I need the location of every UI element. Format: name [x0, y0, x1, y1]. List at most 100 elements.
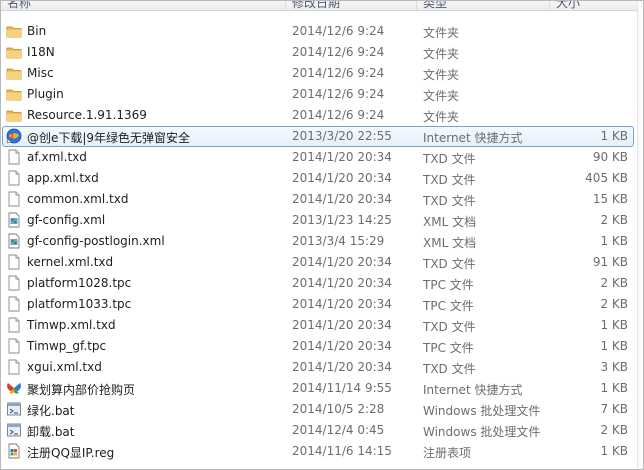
file-size: 2 KB	[600, 213, 628, 227]
file-date-modified: 2014/1/20 20:34	[292, 171, 392, 185]
file-name: common.xml.txd	[27, 192, 129, 206]
file-name: @创e下载|9年绿色无弹窗安全	[27, 131, 191, 145]
file-name: 聚划算内部价抢购页	[27, 383, 136, 397]
column-header-size[interactable]: 大小	[556, 0, 580, 11]
file-type: Windows 批处理文件	[423, 425, 541, 439]
file-type: TPC 文件	[423, 299, 474, 313]
file-date-modified: 2014/1/20 20:34	[292, 297, 392, 311]
file-size: 91 KB	[592, 255, 628, 269]
file-type: XML 文档	[423, 215, 477, 229]
file-size: 7 KB	[600, 402, 628, 416]
file-row[interactable]: app.xml.txd 2014/1/20 20:34 TXD 文件 405 KB	[0, 168, 638, 189]
file-type: Internet 快捷方式	[423, 383, 523, 397]
file-date-modified: 2014/1/20 20:34	[292, 360, 392, 374]
file-row[interactable]: I18N 2014/12/6 9:24 文件夹	[0, 42, 638, 63]
file-row[interactable]: 聚划算内部价抢购页 2014/11/14 9:55 Internet 快捷方式 1 K…	[0, 378, 638, 399]
file-icon	[6, 338, 22, 354]
folder-icon	[6, 107, 22, 123]
file-type: 文件夹	[423, 47, 460, 61]
vertical-scrollbar[interactable]	[637, 0, 644, 470]
file-date-modified: 2014/1/20 20:34	[292, 150, 392, 164]
file-icon	[6, 317, 22, 333]
file-icon	[6, 149, 22, 165]
file-name: Misc	[27, 66, 54, 80]
file-name: kernel.xml.txd	[27, 255, 114, 269]
file-row[interactable]: common.xml.txd 2014/1/20 20:34 TXD 文件 15 KB	[0, 189, 638, 210]
file-date-modified: 2014/1/20 20:34	[292, 318, 392, 332]
file-row[interactable]: gf-config-postlogin.xml 2013/3/4 15:29 XML…	[0, 231, 638, 252]
file-type: TPC 文件	[423, 278, 474, 292]
column-divider[interactable]	[416, 0, 417, 10]
file-size: 3 KB	[600, 360, 628, 374]
registry-file-icon	[6, 443, 22, 459]
file-row[interactable]: xgui.xml.txd 2014/1/20 20:34 TXD 文件 3 KB	[0, 357, 638, 378]
file-size: 15 KB	[592, 192, 628, 206]
file-date-modified: 2014/1/20 20:34	[292, 255, 392, 269]
file-type: Windows 批处理文件	[423, 404, 541, 418]
column-divider[interactable]	[549, 0, 550, 10]
file-type: TXD 文件	[423, 257, 476, 271]
file-name: Timwp.xml.txd	[27, 318, 116, 332]
file-type: TXD 文件	[423, 152, 476, 166]
file-row[interactable]: 卸载.bat 2014/12/4 0:45 Windows 批处理文件 2 KB	[0, 420, 638, 441]
file-type: XML 文档	[423, 236, 477, 250]
file-type: 文件夹	[423, 89, 460, 103]
folder-icon	[6, 44, 22, 60]
file-type: TPC 文件	[423, 341, 474, 355]
file-row[interactable]: Timwp_gf.tpc 2014/1/20 20:34 TPC 文件 1 KB	[0, 336, 638, 357]
file-row[interactable]: gf-config.xml 2013/1/23 14:25 XML 文档 2 KB	[0, 210, 638, 231]
file-icon	[6, 296, 22, 312]
file-row[interactable]: platform1028.tpc 2014/1/20 20:34 TPC 文件 2 K…	[0, 273, 638, 294]
file-name: gf-config-postlogin.xml	[27, 234, 165, 248]
batch-file-icon	[6, 422, 22, 438]
file-date-modified: 2014/1/20 20:34	[292, 339, 392, 353]
file-row[interactable]: kernel.xml.txd 2014/1/20 20:34 TXD 文件 91 KB	[0, 252, 638, 273]
column-divider[interactable]	[285, 0, 286, 10]
file-row[interactable]: @创e下载|9年绿色无弹窗安全 2013/3/20 22:55 Internet 快…	[0, 126, 638, 147]
file-name: xgui.xml.txd	[27, 360, 102, 374]
file-name: app.xml.txd	[27, 171, 99, 185]
file-date-modified: 2013/1/23 14:25	[292, 213, 392, 227]
file-date-modified: 2014/12/6 9:24	[292, 108, 385, 122]
file-type: 文件夹	[423, 110, 460, 124]
file-icon	[6, 170, 22, 186]
file-row[interactable]: Timwp.xml.txd 2014/1/20 20:34 TXD 文件 1 KB	[0, 315, 638, 336]
file-name: platform1028.tpc	[27, 276, 132, 290]
file-row[interactable]: Resource.1.91.1369 2014/12/6 9:24 文件夹	[0, 105, 638, 126]
file-name: gf-config.xml	[27, 213, 106, 227]
file-row[interactable]: Misc 2014/12/6 9:24 文件夹	[0, 63, 638, 84]
file-size: 1 KB	[600, 129, 628, 143]
column-header-type[interactable]: 类型	[423, 0, 447, 11]
file-type: 文件夹	[423, 26, 460, 40]
file-row[interactable]: Bin 2014/12/6 9:24 文件夹	[0, 21, 638, 42]
file-date-modified: 2014/12/6 9:24	[292, 66, 385, 80]
file-name: Plugin	[27, 87, 64, 101]
file-name: 注册QQ显IP.reg	[27, 446, 115, 460]
file-date-modified: 2014/12/6 9:24	[292, 45, 385, 59]
file-size: 1 KB	[600, 318, 628, 332]
file-size: 2 KB	[600, 297, 628, 311]
column-header-date[interactable]: 修改日期	[292, 0, 340, 11]
file-row[interactable]: 注册QQ显IP.reg 2014/11/6 14:15 注册表项 1 KB	[0, 441, 638, 462]
file-type: 注册表项	[423, 446, 472, 460]
file-type: TXD 文件	[423, 173, 476, 187]
file-type: TXD 文件	[423, 320, 476, 334]
column-header-name[interactable]: 名称	[7, 0, 31, 11]
file-date-modified: 2014/10/5 2:28	[292, 402, 385, 416]
file-row[interactable]: platform1033.tpc 2014/1/20 20:34 TPC 文件 2 K…	[0, 294, 638, 315]
butterfly-shortcut-icon	[6, 380, 22, 396]
file-date-modified: 2014/12/6 9:24	[292, 24, 385, 38]
file-row[interactable]: 绿化.bat 2014/10/5 2:28 Windows 批处理文件 7 KB	[0, 399, 638, 420]
file-size: 1 KB	[600, 381, 628, 395]
folder-icon	[6, 65, 22, 81]
file-size: 1 KB	[600, 234, 628, 248]
file-row[interactable]: Plugin 2014/12/6 9:24 文件夹	[0, 84, 638, 105]
file-name: 绿化.bat	[27, 404, 75, 418]
file-date-modified: 2014/1/20 20:34	[292, 276, 392, 290]
file-date-modified: 2014/12/4 0:45	[292, 423, 385, 437]
file-row[interactable]: af.xml.txd 2014/1/20 20:34 TXD 文件 90 KB	[0, 147, 638, 168]
file-name: Bin	[27, 24, 47, 38]
file-name: Resource.1.91.1369	[27, 108, 147, 122]
file-date-modified: 2014/12/6 9:24	[292, 87, 385, 101]
folder-icon	[6, 86, 22, 102]
